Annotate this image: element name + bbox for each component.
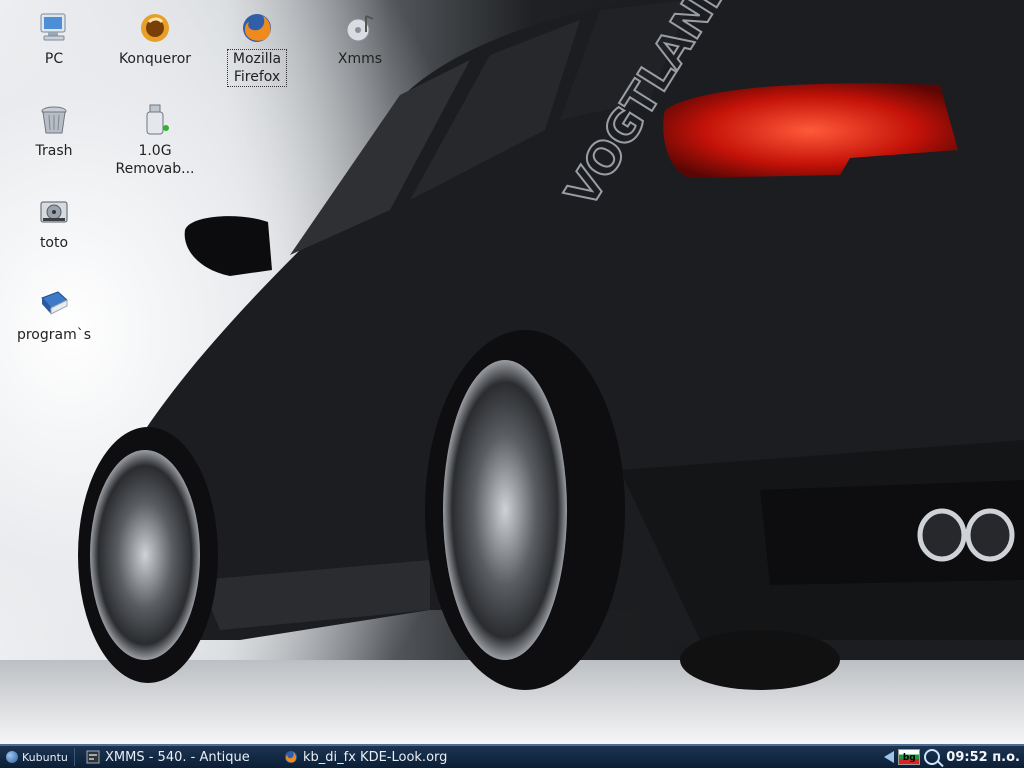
xmms-icon xyxy=(346,15,374,42)
desktop-icon-label: Xmms xyxy=(337,51,383,67)
usb-drive-icon xyxy=(146,104,169,135)
computer-icon xyxy=(40,13,66,41)
desktop-icon-label: Mozilla Firefox xyxy=(227,49,287,87)
clock[interactable]: 09:52 п.о. xyxy=(944,750,1020,765)
desktop-icon-label: 1.0G Removab... xyxy=(115,143,195,177)
desktop-icon-label: Konqueror xyxy=(118,51,192,67)
keyboard-layout-indicator[interactable]: bg xyxy=(898,749,921,765)
desktop-icon-firefox[interactable]: Mozilla Firefox xyxy=(209,10,305,87)
konqueror-icon xyxy=(141,14,169,42)
taskbar-task-firefox[interactable]: kb_di_fx KDE-Look.org xyxy=(284,748,484,766)
kmenu-label: Kubuntu xyxy=(22,750,68,764)
firefox-icon xyxy=(243,14,271,42)
taskbar-task-xmms[interactable]: XMMS - 540. - Antique xyxy=(86,748,276,766)
desktop-icon-konqueror[interactable]: Konqueror xyxy=(107,10,203,68)
hard-disk-icon xyxy=(40,201,68,223)
taskbar: Kubuntu XMMS - 540. - Antique kb_di_fx K… xyxy=(0,744,1024,768)
tray-expand-arrow-icon[interactable] xyxy=(884,751,895,763)
desktop-icon-removable[interactable]: 1.0G Removab... xyxy=(107,102,203,178)
desktop-icon-toto[interactable]: toto xyxy=(6,194,102,252)
desktop-icon-xmms[interactable]: Xmms xyxy=(312,10,408,68)
trash-icon xyxy=(41,106,67,134)
desktop-icon-pc[interactable]: PC xyxy=(6,10,102,68)
kubuntu-logo-icon xyxy=(6,751,18,763)
task-label: XMMS - 540. - Antique xyxy=(105,749,250,765)
desktop-icon-programs[interactable]: program`s xyxy=(6,286,102,344)
task-label: kb_di_fx KDE-Look.org xyxy=(303,749,448,765)
kmenu-button[interactable]: Kubuntu xyxy=(2,748,75,766)
desktop-icon-trash[interactable]: Trash xyxy=(6,102,102,160)
search-icon[interactable] xyxy=(924,749,941,765)
xmms-task-icon xyxy=(86,750,100,764)
desktop-icon-label: PC xyxy=(44,51,64,67)
book-icon xyxy=(41,291,68,315)
system-tray: bg 09:52 п.о. xyxy=(884,746,1024,768)
desktop-icon-label: toto xyxy=(39,235,69,251)
desktop-icon-label: Trash xyxy=(35,143,73,159)
desktop-icon-label: program`s xyxy=(16,327,92,343)
firefox-task-icon xyxy=(285,751,297,763)
